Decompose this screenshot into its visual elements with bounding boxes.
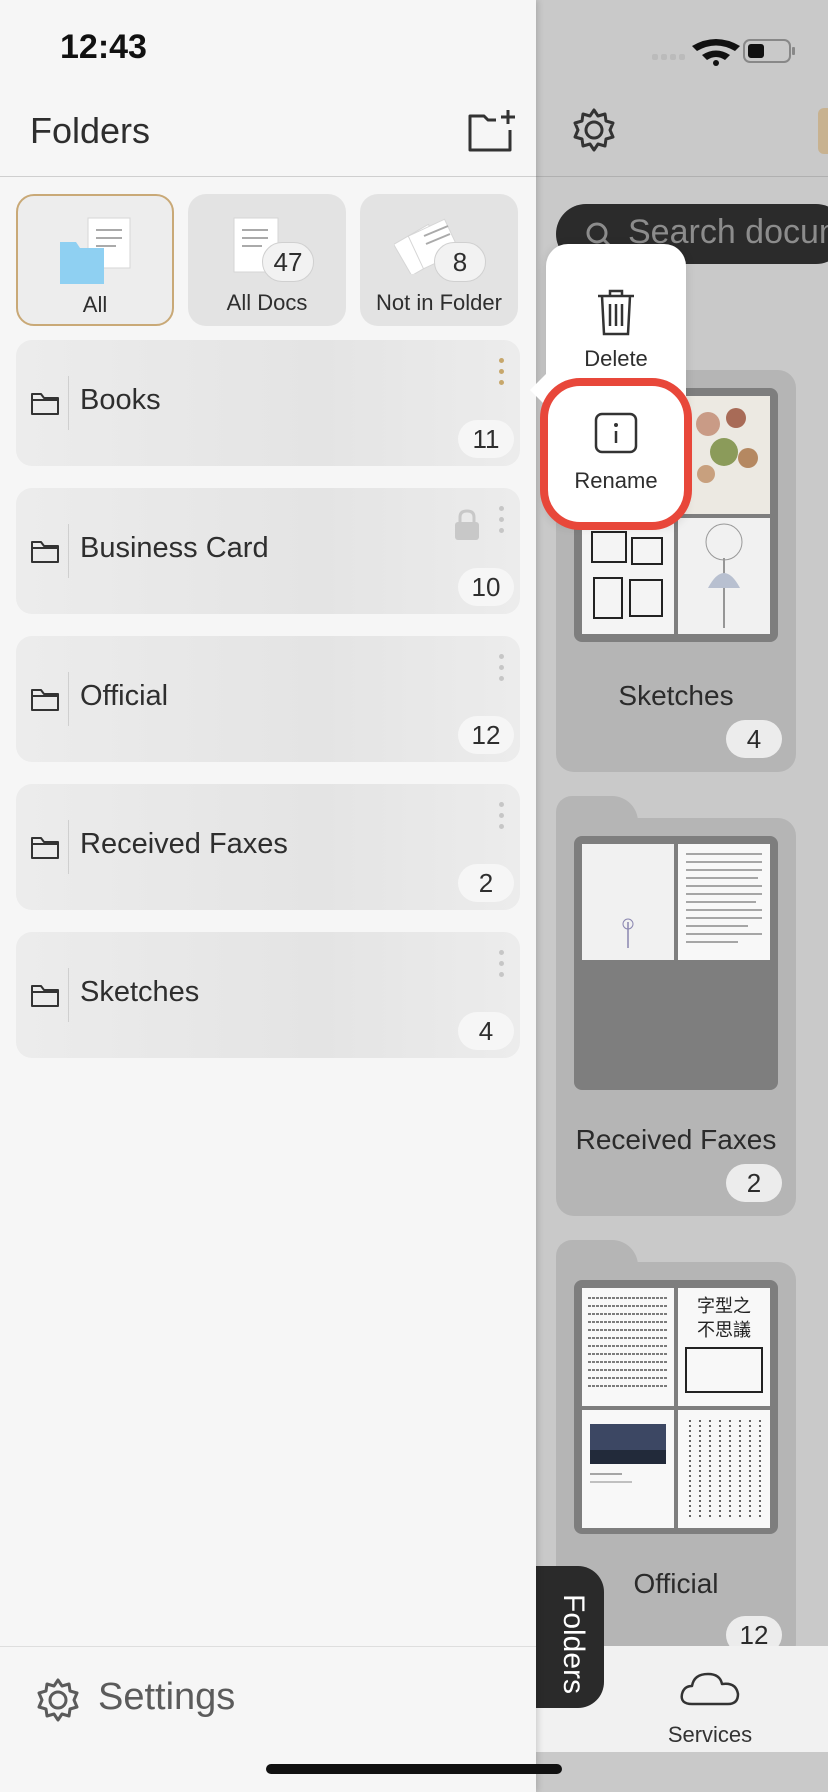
svg-text:字型之: 字型之 <box>697 1296 751 1317</box>
svg-text:不思議: 不思議 <box>697 1320 751 1341</box>
status-icons <box>652 36 828 66</box>
folder-tab <box>556 796 638 836</box>
folder-card-name: Received Faxes <box>575 1124 777 1155</box>
category-count-badge: 47 <box>262 242 314 282</box>
separator <box>68 376 69 430</box>
settings-button[interactable]: Settings <box>30 1672 290 1728</box>
folder-count: 11 <box>458 420 514 458</box>
folder-row-official[interactable]: Official 12 <box>16 636 520 762</box>
delete-label: Delete <box>584 346 648 371</box>
folder-icon <box>31 837 59 859</box>
folder-card-name: Sketches <box>618 680 734 711</box>
folder-name: Received Faxes <box>80 828 288 860</box>
folder-card-count: 2 <box>726 1164 782 1202</box>
signal-wifi-battery-icon <box>652 39 795 66</box>
folder-icon <box>31 985 59 1007</box>
folder-icon <box>31 541 59 563</box>
folder-row-books[interactable]: Books 11 <box>16 340 520 466</box>
folder-row-sketches[interactable]: Sketches 4 <box>16 932 520 1058</box>
home-indicator <box>266 1764 562 1774</box>
folder-count: 4 <box>458 1012 514 1050</box>
status-time: 12:43 <box>60 28 147 66</box>
folder-count: 12 <box>458 716 514 754</box>
more-options-icon[interactable] <box>494 654 508 694</box>
category-label: All <box>82 292 108 317</box>
folders-tab-label: Folders <box>557 1594 590 1695</box>
folder-thumbnails: 字型之 不思議 <box>574 1280 778 1534</box>
new-folder-icon[interactable] <box>466 108 518 154</box>
sketch-thumbnail-icon <box>705 523 743 628</box>
brand-logo-icon <box>818 108 828 154</box>
separator <box>68 672 69 726</box>
folder-card-received-faxes[interactable]: Received Faxes 2 <box>556 796 796 1216</box>
delete-button[interactable]: Delete <box>546 244 686 372</box>
photo-page-icon <box>590 1424 666 1483</box>
more-options-icon[interactable] <box>494 358 508 398</box>
header-divider <box>0 176 536 177</box>
separator <box>68 524 69 578</box>
folder-thumbnails <box>574 836 778 1090</box>
settings-gear-icon[interactable] <box>570 106 618 154</box>
category-label: All Docs <box>226 290 308 315</box>
fax-text-icon <box>686 853 762 943</box>
document-vertical-text-icon <box>689 1420 761 1518</box>
settings-label: Settings <box>98 1676 236 1718</box>
gear-icon <box>37 1678 79 1722</box>
separator <box>68 968 69 1022</box>
category-all-docs[interactable]: 47 All Docs <box>188 194 346 326</box>
trash-icon <box>598 289 634 336</box>
divider <box>536 176 828 177</box>
document-kanji-icon: 字型之不思議 <box>685 1296 763 1393</box>
flower-sketch-icon <box>622 918 634 948</box>
folder-icon <box>31 689 59 711</box>
folder-count: 10 <box>458 568 514 606</box>
separator <box>68 820 69 874</box>
category-label: Not in Folder <box>376 290 502 315</box>
screen: Search docum Sketches 4 Received Faxes 2… <box>0 0 828 1792</box>
rename-highlight-ring <box>540 378 692 530</box>
folder-name: Official <box>80 680 169 712</box>
footer-divider <box>0 1646 536 1647</box>
folder-name: Business Card <box>80 532 269 564</box>
folder-icon <box>31 393 59 415</box>
folder-tab <box>556 1240 638 1280</box>
more-options-icon[interactable] <box>494 802 508 842</box>
category-not-in-folder[interactable]: 8 Not in Folder <box>360 194 518 326</box>
folder-card-count: 4 <box>726 720 782 758</box>
sketch-thumbnail-icon <box>591 531 663 619</box>
folder-count: 2 <box>458 864 514 902</box>
services-label: Services <box>667 1722 753 1747</box>
folder-name: Sketches <box>80 976 200 1008</box>
lock-icon <box>455 509 479 540</box>
category-count-badge: 8 <box>434 242 486 282</box>
folders-drawer: 12:43 Folders All 47 All Docs 8 Not in F… <box>0 0 536 1792</box>
folder-with-document-icon <box>60 217 131 284</box>
folder-row-received-faxes[interactable]: Received Faxes 2 <box>16 784 520 910</box>
cloud-icon <box>680 1672 740 1706</box>
folders-tab[interactable]: Folders <box>536 1566 604 1708</box>
drawer-title: Folders <box>30 110 151 151</box>
document-text-icon <box>588 1297 668 1387</box>
more-options-icon[interactable] <box>494 950 508 990</box>
more-options-icon[interactable] <box>494 506 508 546</box>
folder-name: Books <box>80 384 161 416</box>
category-all[interactable]: All <box>16 194 174 326</box>
folder-row-business-card[interactable]: Business Card 10 <box>16 488 520 614</box>
